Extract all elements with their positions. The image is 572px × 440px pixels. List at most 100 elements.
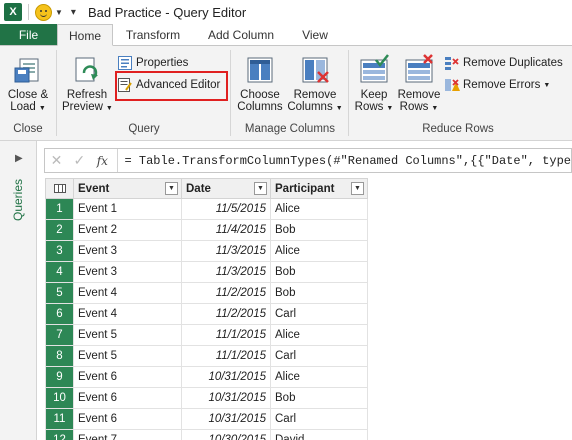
cell-participant[interactable]: Alice: [270, 198, 368, 220]
row-number[interactable]: 3: [45, 240, 74, 262]
title-bar: X ▼ ▾ Bad Practice - Query Editor: [0, 0, 572, 24]
tab-view[interactable]: View: [291, 24, 339, 46]
column-header-event[interactable]: Event ▼: [73, 178, 182, 199]
row-number[interactable]: 8: [45, 345, 74, 367]
table-row[interactable]: 2 Event 2 11/4/2015 Bob: [45, 219, 368, 241]
row-number[interactable]: 6: [45, 303, 74, 325]
tab-transform[interactable]: Transform: [117, 24, 189, 46]
cell-date[interactable]: 10/31/2015: [181, 408, 271, 430]
cell-event[interactable]: Event 1: [73, 198, 182, 220]
cell-event[interactable]: Event 4: [73, 282, 182, 304]
remove-rows-label-2: Rows ▼: [396, 101, 442, 115]
tab-home[interactable]: Home: [57, 24, 113, 46]
separator: [116, 149, 118, 172]
remove-columns-button[interactable]: Remove Columns ▼: [287, 54, 343, 115]
cell-date[interactable]: 11/1/2015: [181, 324, 271, 346]
cell-participant[interactable]: Carl: [270, 408, 368, 430]
filter-dropdown-icon[interactable]: ▼: [351, 182, 364, 195]
cell-participant[interactable]: David: [270, 429, 368, 440]
remove-duplicates-button[interactable]: Remove Duplicates: [444, 54, 563, 72]
queries-pane[interactable]: ▶ Queries: [0, 141, 37, 440]
table-row[interactable]: 9 Event 6 10/31/2015 Alice: [45, 366, 368, 388]
column-header-label: Event: [78, 182, 110, 195]
table-row[interactable]: 12 Event 7 10/30/2015 David: [45, 429, 368, 440]
row-number[interactable]: 9: [45, 366, 74, 388]
tab-file[interactable]: File: [0, 24, 57, 46]
cell-event[interactable]: Event 4: [73, 303, 182, 325]
cell-date[interactable]: 11/2/2015: [181, 303, 271, 325]
close-load-button[interactable]: Close & Load ▼: [4, 54, 52, 115]
cell-participant[interactable]: Bob: [270, 219, 368, 241]
table-row[interactable]: 3 Event 3 11/3/2015 Alice: [45, 240, 368, 262]
group-separator: [56, 50, 57, 136]
chevron-down-icon: ▼: [386, 105, 394, 112]
cell-date[interactable]: 10/30/2015: [181, 429, 271, 440]
cell-participant[interactable]: Alice: [270, 240, 368, 262]
cell-participant[interactable]: Bob: [270, 387, 368, 409]
tab-add-column[interactable]: Add Column: [199, 24, 283, 46]
close-load-label-1: Close &: [7, 89, 49, 101]
cell-participant[interactable]: Bob: [270, 261, 368, 283]
cell-event[interactable]: Event 5: [73, 345, 182, 367]
cell-date[interactable]: 11/3/2015: [181, 261, 271, 283]
filter-dropdown-icon[interactable]: ▼: [165, 182, 178, 195]
refresh-preview-button[interactable]: Refresh Preview ▼: [62, 54, 113, 115]
remove-rows-button[interactable]: Remove Rows ▼: [396, 54, 442, 115]
cell-event[interactable]: Event 6: [73, 387, 182, 409]
chevron-down-icon[interactable]: ▼: [55, 8, 63, 17]
cell-date[interactable]: 10/31/2015: [181, 366, 271, 388]
cell-participant[interactable]: Bob: [270, 282, 368, 304]
cell-event[interactable]: Event 6: [73, 366, 182, 388]
cell-participant[interactable]: Carl: [270, 345, 368, 367]
cell-event[interactable]: Event 2: [73, 219, 182, 241]
choose-columns-button[interactable]: Choose Columns: [235, 54, 285, 113]
cell-date[interactable]: 11/3/2015: [181, 240, 271, 262]
cell-date[interactable]: 11/5/2015: [181, 198, 271, 220]
chevron-down-icon: ▼: [105, 105, 113, 112]
cancel-formula-icon[interactable]: ✕: [45, 152, 68, 169]
column-header-date[interactable]: Date ▼: [181, 178, 271, 199]
row-number[interactable]: 10: [45, 387, 74, 409]
cell-participant[interactable]: Alice: [270, 324, 368, 346]
table-row[interactable]: 8 Event 5 11/1/2015 Carl: [45, 345, 368, 367]
table-row[interactable]: 1 Event 1 11/5/2015 Alice: [45, 198, 368, 220]
cell-participant[interactable]: Alice: [270, 366, 368, 388]
row-number[interactable]: 2: [45, 219, 74, 241]
chevron-right-icon[interactable]: ▶: [15, 153, 23, 164]
row-number[interactable]: 4: [45, 261, 74, 283]
confirm-formula-icon[interactable]: ✓: [68, 152, 91, 169]
row-number[interactable]: 1: [45, 198, 74, 220]
cell-date[interactable]: 10/31/2015: [181, 387, 271, 409]
table-row[interactable]: 5 Event 4 11/2/2015 Bob: [45, 282, 368, 304]
keep-rows-button[interactable]: Keep Rows ▼: [352, 54, 396, 115]
column-header-participant[interactable]: Participant ▼: [270, 178, 368, 199]
cell-event[interactable]: Event 3: [73, 261, 182, 283]
cell-event[interactable]: Event 7: [73, 429, 182, 440]
remove-errors-button[interactable]: Remove Errors ▼: [444, 76, 550, 94]
filter-dropdown-icon[interactable]: ▼: [254, 182, 267, 195]
properties-button[interactable]: Properties: [117, 54, 188, 72]
fx-icon[interactable]: fx: [91, 154, 114, 168]
row-number[interactable]: 12: [45, 429, 74, 440]
table-row[interactable]: 10 Event 6 10/31/2015 Bob: [45, 387, 368, 409]
table-corner-menu[interactable]: [45, 178, 74, 199]
cell-date[interactable]: 11/4/2015: [181, 219, 271, 241]
formula-input[interactable]: = Table.TransformColumnTypes(#"Renamed C…: [125, 154, 571, 168]
smiley-feedback-icon[interactable]: [35, 3, 52, 21]
row-number[interactable]: 5: [45, 282, 74, 304]
table-row[interactable]: 6 Event 4 11/2/2015 Carl: [45, 303, 368, 325]
cell-event[interactable]: Event 6: [73, 408, 182, 430]
quick-access-customize-icon[interactable]: ▾: [71, 7, 76, 18]
row-number[interactable]: 11: [45, 408, 74, 430]
remove-columns-label-2: Columns ▼: [287, 101, 343, 115]
cell-event[interactable]: Event 3: [73, 240, 182, 262]
excel-logo-icon[interactable]: X: [4, 3, 22, 21]
row-number[interactable]: 7: [45, 324, 74, 346]
cell-participant[interactable]: Carl: [270, 303, 368, 325]
table-row[interactable]: 7 Event 5 11/1/2015 Alice: [45, 324, 368, 346]
table-row[interactable]: 4 Event 3 11/3/2015 Bob: [45, 261, 368, 283]
cell-date[interactable]: 11/2/2015: [181, 282, 271, 304]
cell-event[interactable]: Event 5: [73, 324, 182, 346]
table-row[interactable]: 11 Event 6 10/31/2015 Carl: [45, 408, 368, 430]
cell-date[interactable]: 11/1/2015: [181, 345, 271, 367]
